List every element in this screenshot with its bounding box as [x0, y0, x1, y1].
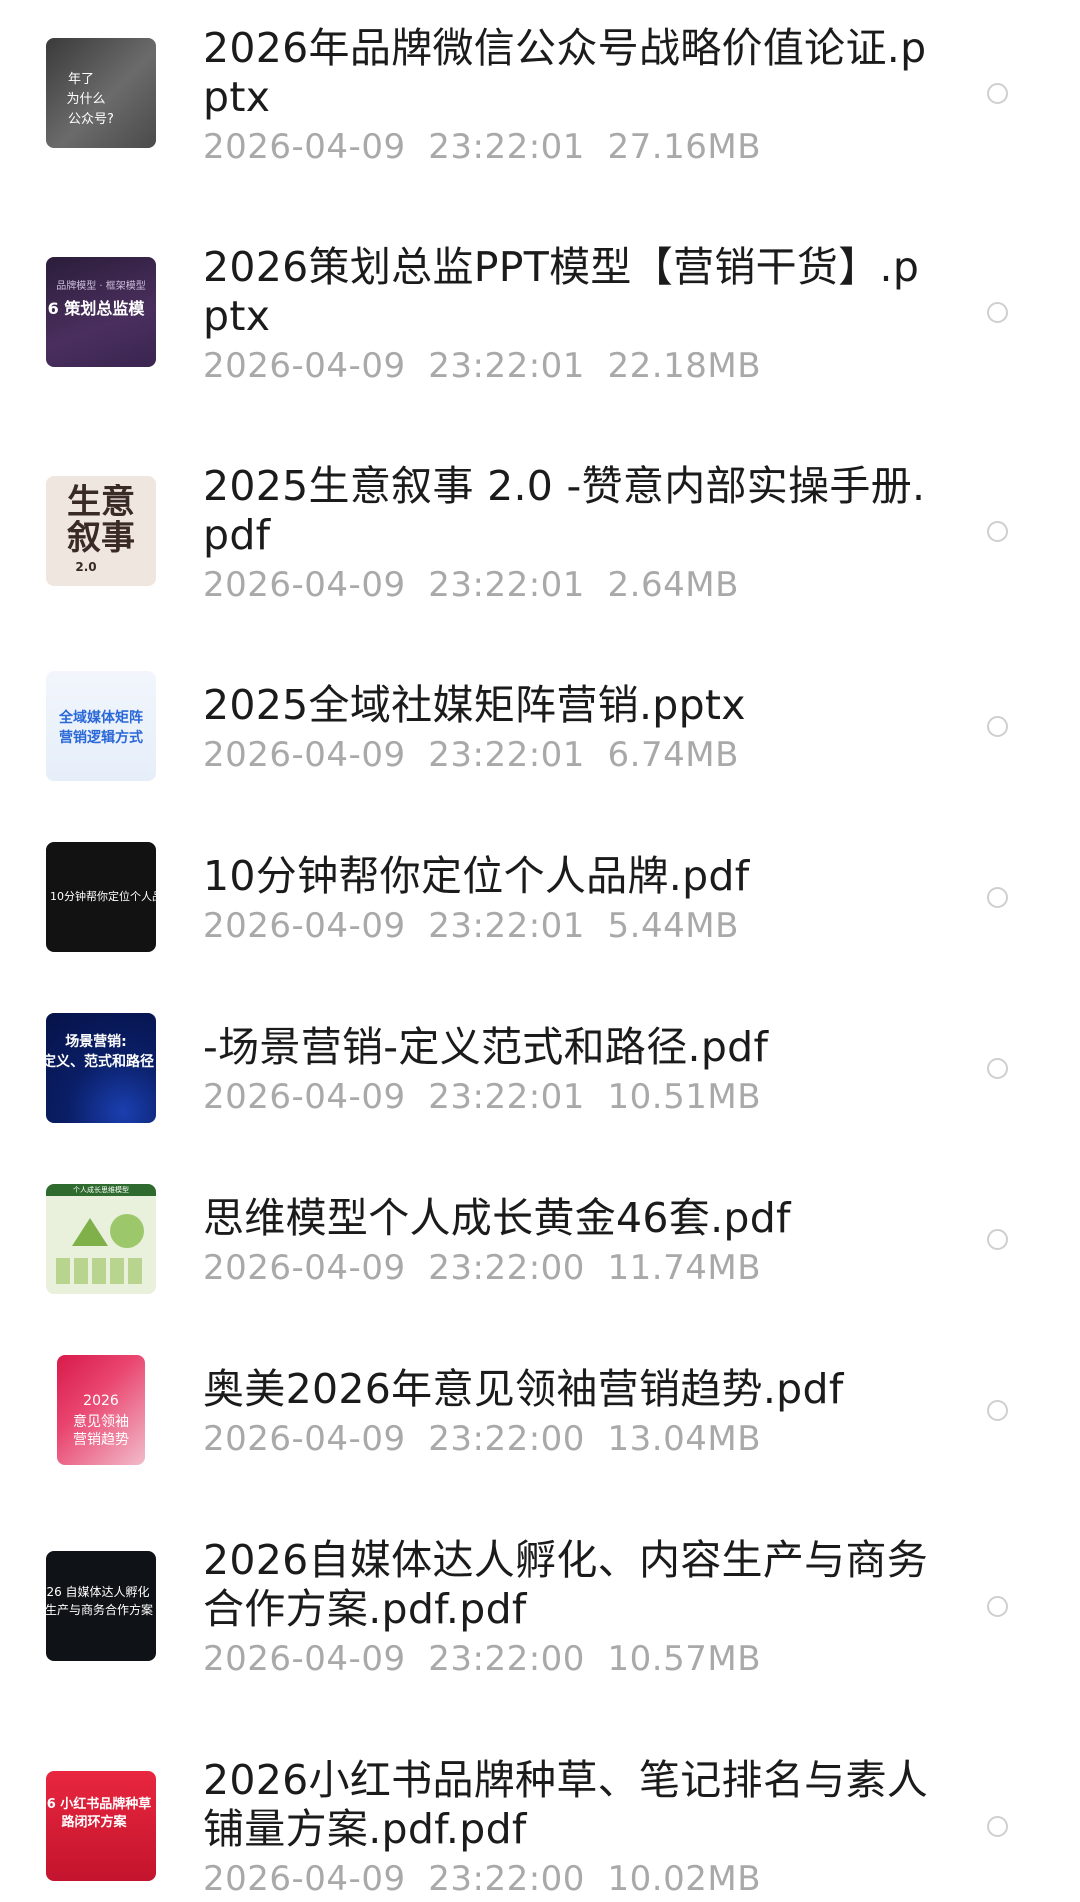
thumb-text: 意见领袖 [73, 1414, 129, 1430]
pdf-thumbnail-icon: 生意 叙事 2.0 [46, 476, 156, 586]
thumb-text: 6 策划总监模 [47, 299, 145, 318]
file-size: 10.51MB [607, 1077, 762, 1117]
file-meta: 2026-04-09 23:22:00 13.04MB [203, 1419, 761, 1459]
file-size: 6.74MB [607, 735, 739, 775]
file-time: 23:22:01 [428, 346, 585, 386]
file-time: 23:22:01 [428, 565, 585, 605]
grid-shape [56, 1258, 146, 1284]
file-time: 23:22:00 [428, 1248, 585, 1288]
file-name: 2025生意叙事 2.0 -赞意内部实操手册.pdf [203, 462, 926, 559]
file-meta: 2026-04-09 23:22:00 11.74MB [203, 1248, 761, 1288]
pdf-thumbnail-icon: 个人成长思维模型 [46, 1184, 156, 1294]
file-size: 11.74MB [607, 1248, 762, 1288]
file-size: 22.18MB [607, 346, 762, 386]
circle-shape [110, 1214, 144, 1248]
thumb-text: 26 自媒体达人孵化 [46, 1585, 150, 1599]
file-name: 2025全域社媒矩阵营销.pptx [203, 681, 746, 729]
file-time: 23:22:01 [428, 735, 585, 775]
thumb-text: 个人成长思维模型 [73, 1186, 129, 1194]
select-radio[interactable] [987, 716, 1008, 737]
select-radio[interactable] [987, 1816, 1008, 1837]
file-date: 2026-04-09 [203, 346, 406, 386]
file-date: 2026-04-09 [203, 906, 406, 946]
file-meta: 2026-04-09 23:22:01 27.16MB [203, 127, 761, 167]
pdf-thumbnail-icon: 26 自媒体达人孵化 生产与商务合作方案 [46, 1551, 156, 1661]
file-size: 2.64MB [607, 565, 739, 605]
thumb-text: 2.0 [75, 560, 97, 574]
file-meta: 2026-04-09 23:22:00 10.57MB [203, 1639, 761, 1679]
select-radio[interactable] [987, 302, 1008, 323]
file-name: 2026策划总监PPT模型【营销干货】.pptx [203, 243, 920, 340]
pdf-thumbnail-icon: 场景营销: 定义、范式和路径 [46, 1013, 156, 1123]
file-date: 2026-04-09 [203, 735, 406, 775]
select-radio[interactable] [987, 887, 1008, 908]
file-time: 23:22:00 [428, 1419, 585, 1459]
file-name: -场景营销-定义范式和路径.pdf [203, 1023, 769, 1071]
file-date: 2026-04-09 [203, 1248, 406, 1288]
file-meta: 2026-04-09 23:22:00 10.02MB [203, 1859, 761, 1899]
thumb-text: 定义、范式和路径 [46, 1054, 154, 1070]
thumb-text: 10分钟帮你定位个人品 [50, 890, 156, 903]
ppt-thumbnail-icon: 年了 为什么 公众号? [46, 38, 156, 148]
file-size: 10.02MB [607, 1859, 762, 1899]
thumb-text: 场景营销: [65, 1034, 127, 1050]
pyramid-shape [72, 1218, 108, 1246]
ppt-thumbnail-icon: 全域媒体矩阵 营销逻辑方式 [46, 671, 156, 781]
thumb-text: 品牌模型 · 框架模型 [56, 281, 146, 292]
thumb-text: 6 小红书品牌种草 [46, 1797, 152, 1812]
file-name: 2026自媒体达人孵化、内容生产与商务合作方案.pdf.pdf [203, 1536, 929, 1633]
thumb-text: 路闭环方案 [61, 1815, 127, 1830]
select-radio[interactable] [987, 1058, 1008, 1079]
file-name: 2026年品牌微信公众号战略价值论证.pptx [203, 24, 927, 121]
file-meta: 2026-04-09 23:22:01 6.74MB [203, 735, 739, 775]
thumb-text: 为什么 [66, 92, 106, 107]
thumb-text: 公众号? [68, 112, 114, 127]
file-size: 5.44MB [607, 906, 739, 946]
thumb-text: 叙事 [67, 520, 135, 556]
thumb-text: 全域媒体矩阵 [59, 710, 143, 726]
thumb-text: 生意 [67, 484, 135, 520]
file-meta: 2026-04-09 23:22:01 10.51MB [203, 1077, 761, 1117]
file-date: 2026-04-09 [203, 1419, 406, 1459]
thumb-text: 营销逻辑方式 [59, 730, 143, 746]
file-date: 2026-04-09 [203, 1639, 406, 1679]
file-date: 2026-04-09 [203, 1077, 406, 1117]
file-date: 2026-04-09 [203, 1859, 406, 1899]
file-time: 23:22:00 [428, 1639, 585, 1679]
file-name: 思维模型个人成长黄金46套.pdf [203, 1194, 791, 1242]
file-date: 2026-04-09 [203, 127, 406, 167]
file-time: 23:22:01 [428, 906, 585, 946]
select-radio[interactable] [987, 521, 1008, 542]
thumb-text: 年了 [67, 72, 94, 87]
file-time: 23:22:01 [428, 1077, 585, 1117]
file-date: 2026-04-09 [203, 565, 406, 605]
ppt-thumbnail-icon: 品牌模型 · 框架模型 6 策划总监模 [46, 257, 156, 367]
pdf-thumbnail-icon: 2026 意见领袖 营销趋势 [57, 1355, 145, 1465]
thumb-text: 营销趋势 [73, 1432, 129, 1448]
select-radio[interactable] [987, 83, 1008, 104]
file-name: 奥美2026年意见领袖营销趋势.pdf [203, 1365, 844, 1413]
select-radio[interactable] [987, 1400, 1008, 1421]
file-name: 2026小红书品牌种草、笔记排名与素人铺量方案.pdf.pdf [203, 1756, 929, 1853]
file-size: 27.16MB [607, 127, 762, 167]
file-time: 23:22:00 [428, 1859, 585, 1899]
file-name: 10分钟帮你定位个人品牌.pdf [203, 852, 750, 900]
file-size: 13.04MB [607, 1419, 762, 1459]
select-radio[interactable] [987, 1229, 1008, 1250]
file-meta: 2026-04-09 23:22:01 5.44MB [203, 906, 739, 946]
file-size: 10.57MB [607, 1639, 762, 1679]
pdf-thumbnail-icon: 10分钟帮你定位个人品 [46, 842, 156, 952]
thumb-text: 生产与商务合作方案 [46, 1603, 153, 1617]
pdf-thumbnail-icon: 6 小红书品牌种草 路闭环方案 [46, 1771, 156, 1881]
file-meta: 2026-04-09 23:22:01 2.64MB [203, 565, 739, 605]
file-time: 23:22:01 [428, 127, 585, 167]
file-meta: 2026-04-09 23:22:01 22.18MB [203, 346, 761, 386]
thumb-text: 2026 [83, 1393, 119, 1409]
select-radio[interactable] [987, 1596, 1008, 1617]
